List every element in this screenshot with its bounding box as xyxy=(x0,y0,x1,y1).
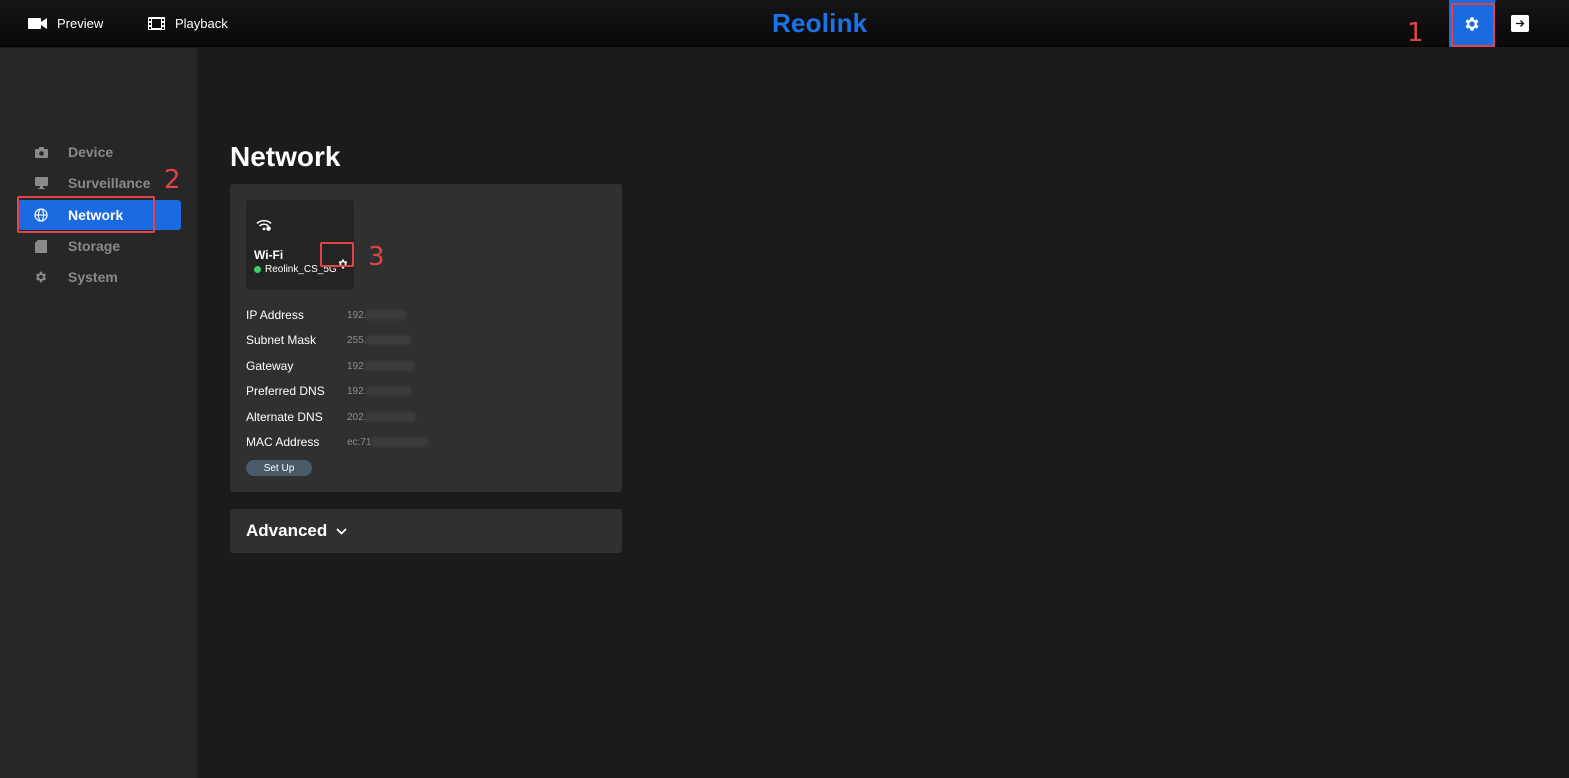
annotation-number-1: 1 xyxy=(1407,18,1424,48)
logout-button[interactable] xyxy=(1511,15,1529,32)
info-row-gateway: Gateway 192 xyxy=(246,358,414,374)
info-value: ec:71 xyxy=(347,437,430,448)
sidebar-item-network[interactable]: Network xyxy=(18,200,181,230)
video-camera-icon xyxy=(28,18,47,29)
sidebar-item-storage[interactable]: Storage xyxy=(18,231,181,261)
setup-button[interactable]: Set Up xyxy=(246,460,312,476)
gear-icon xyxy=(34,270,48,284)
sidebar-item-label: Surveillance xyxy=(68,175,151,191)
wifi-ssid: Reolink_CS_5G xyxy=(254,264,337,275)
info-row-mac-address: MAC Address ec:71 xyxy=(246,434,430,450)
sidebar-item-label: Network xyxy=(68,207,124,223)
info-value: 202. xyxy=(347,412,417,423)
annotation-number-3: 3 xyxy=(368,242,385,272)
advanced-label: Advanced xyxy=(246,521,328,540)
info-label: Gateway xyxy=(246,359,294,373)
camera-icon xyxy=(34,145,48,159)
preview-tab[interactable]: Preview xyxy=(28,0,103,47)
info-value: 192 xyxy=(347,361,414,372)
gear-icon xyxy=(338,259,348,269)
settings-button[interactable] xyxy=(1449,0,1495,47)
wifi-title: Wi-Fi xyxy=(254,248,284,262)
info-row-preferred-dns: Preferred DNS 192. xyxy=(246,383,412,399)
top-bar: Preview Playback Reolink 1 xyxy=(0,0,1569,48)
sidebar-item-label: System xyxy=(68,269,118,285)
wifi-tile[interactable]: Wi-Fi Reolink_CS_5G xyxy=(246,200,354,290)
info-label: Alternate DNS xyxy=(246,410,323,424)
advanced-section-toggle[interactable]: Advanced xyxy=(230,509,622,553)
storage-icon xyxy=(34,239,48,253)
gear-icon xyxy=(1465,16,1479,31)
info-row-alternate-dns: Alternate DNS 202. xyxy=(246,409,417,425)
reolink-logo: Reolink xyxy=(772,8,868,38)
wifi-ssid-label: Reolink_CS_5G xyxy=(265,264,337,275)
info-label: IP Address xyxy=(246,308,304,322)
info-label: Subnet Mask xyxy=(246,333,317,347)
globe-icon xyxy=(34,208,48,222)
network-card: Wi-Fi Reolink_CS_5G IP Address 192. Subn… xyxy=(230,184,622,492)
sidebar-item-system[interactable]: System xyxy=(18,262,181,292)
info-label: MAC Address xyxy=(246,435,320,449)
sidebar-item-label: Device xyxy=(68,144,114,160)
info-value: 192. xyxy=(347,386,412,397)
info-value: 192. xyxy=(347,310,407,321)
sidebar-item-label: Storage xyxy=(68,238,121,254)
wifi-settings-button[interactable] xyxy=(336,257,350,271)
info-row-ip-address: IP Address 192. xyxy=(246,307,407,323)
logout-icon xyxy=(1516,20,1525,27)
monitor-icon xyxy=(34,176,48,190)
info-row-subnet-mask: Subnet Mask 255. xyxy=(246,332,412,348)
info-value: 255. xyxy=(347,335,412,346)
annotation-number-2: 2 xyxy=(164,165,181,195)
info-label: Preferred DNS xyxy=(246,384,325,398)
playback-label: Playback xyxy=(175,16,228,31)
chevron-down-icon xyxy=(336,527,347,535)
wifi-icon xyxy=(256,218,272,236)
preview-label: Preview xyxy=(57,16,104,31)
page-title: Network xyxy=(230,141,341,172)
sidebar-item-surveillance[interactable]: Surveillance xyxy=(18,168,181,198)
sidebar-item-device[interactable]: Device xyxy=(18,137,181,167)
connected-status-dot xyxy=(254,266,261,273)
film-icon xyxy=(148,17,165,30)
playback-tab[interactable]: Playback xyxy=(148,0,228,47)
